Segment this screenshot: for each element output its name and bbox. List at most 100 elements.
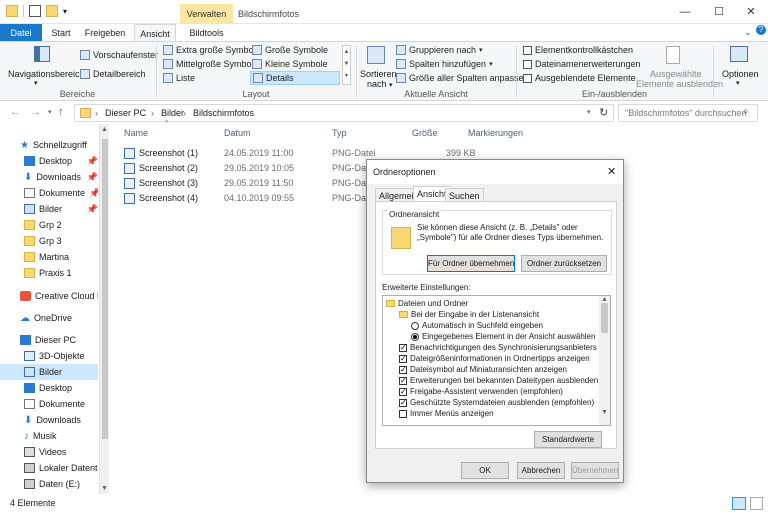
settings-scrollbar[interactable]: ▲ ▼ <box>599 296 610 425</box>
options-icon[interactable] <box>730 46 748 62</box>
navigation-pane-button[interactable]: Navigationsbereich <box>8 69 85 79</box>
nav-creative-cloud[interactable]: Creative Cloud Fil <box>0 288 98 304</box>
layout-list[interactable]: Liste <box>163 73 195 83</box>
hide-selected-label[interactable]: Ausgewählte <box>650 69 702 79</box>
layout-large[interactable]: Große Symbole <box>252 45 328 55</box>
column-date[interactable]: Datum <box>224 128 251 138</box>
tree-checkbox[interactable]: Geschützte Systemdateien ausblenden (emp… <box>399 397 594 408</box>
tab-share[interactable]: Freigeben <box>82 24 128 42</box>
nav-quick-access[interactable]: ★ Schnellzugriff <box>0 137 98 153</box>
qat-dropdown-icon[interactable]: ▾ <box>63 7 67 16</box>
dialog-close-icon[interactable]: ✕ <box>607 160 616 184</box>
properties-icon[interactable] <box>29 5 41 17</box>
address-dropdown-icon[interactable]: ▾ <box>587 108 591 116</box>
tree-radio[interactable]: Eingegebenes Element in der Ansicht ausw… <box>411 331 595 342</box>
add-columns-button[interactable]: Spalten hinzufügen ▾ <box>396 59 493 69</box>
tab-search-options[interactable]: Suchen <box>445 188 484 202</box>
hidden-items-toggle[interactable]: Ausgeblendete Elemente <box>523 73 636 83</box>
manage-context-tab[interactable]: Verwalten <box>180 4 233 24</box>
nav-documents[interactable]: Dokumente 📌 <box>0 185 98 201</box>
breadcrumb-screenshots[interactable]: Bildschirmfotos <box>193 108 254 118</box>
tab-start[interactable]: Start <box>44 24 78 42</box>
nav-pane-dropdown-icon[interactable]: ▾ <box>34 79 38 87</box>
reset-folders-button[interactable]: Ordner zurücksetzen <box>521 255 607 272</box>
hide-selected-label-2[interactable]: Elemente ausblenden <box>636 79 723 89</box>
close-button[interactable]: ✕ <box>734 0 768 24</box>
apply-button[interactable]: Übernehmen <box>571 462 619 479</box>
tree-checkbox[interactable]: Immer Menüs anzeigen <box>399 408 494 419</box>
item-checkboxes-toggle[interactable]: Elementkontrollkästchen <box>523 45 633 55</box>
new-folder-icon[interactable] <box>46 5 58 17</box>
nav-pictures[interactable]: Bilder 📌 <box>0 201 98 217</box>
tab-file[interactable]: Datei <box>0 24 42 42</box>
nav-desktop[interactable]: Desktop 📌 <box>0 153 98 169</box>
nav-grp2[interactable]: Grp 2 <box>0 217 98 233</box>
minimize-button[interactable]: — <box>668 0 702 24</box>
apply-to-folders-button[interactable]: Für Ordner übernehmen <box>427 255 515 272</box>
hide-selected-icon[interactable] <box>666 46 680 64</box>
nav-videos[interactable]: Videos <box>0 444 98 460</box>
tree-checkbox[interactable]: Benachrichtigungen des Synchronisierungs… <box>399 342 610 353</box>
nav-data-drive[interactable]: Daten (E:) <box>0 476 98 492</box>
nav-onedrive[interactable]: ☁ OneDrive <box>0 310 98 326</box>
maximize-button[interactable]: ☐ <box>702 0 736 24</box>
back-icon[interactable]: ← <box>10 106 21 118</box>
layout-scroll[interactable]: ▲ ▼ ▾ <box>342 45 351 85</box>
search-input[interactable]: "Bildschirmfotos" durchsuchen ⌕ <box>618 104 758 122</box>
details-view-icon[interactable] <box>732 497 746 510</box>
nav-praxis1[interactable]: Praxis 1 <box>0 265 98 281</box>
nav-pc-downloads[interactable]: ⬇ Downloads <box>0 412 98 428</box>
navigation-pane-icon[interactable] <box>34 46 50 62</box>
details-pane-button[interactable]: Detailbereich <box>80 69 146 79</box>
breadcrumb-pictures[interactable]: Bilder <box>161 108 184 118</box>
layout-extra-large[interactable]: Extra große Symbole <box>163 45 261 55</box>
sort-sub-label[interactable]: nach ▾ <box>367 79 393 89</box>
nav-local-disk[interactable]: Lokaler Datenträ <box>0 460 98 476</box>
nav-pc-documents[interactable]: Dokumente <box>0 396 98 412</box>
ok-button[interactable]: OK <box>461 462 509 479</box>
column-type[interactable]: Typ <box>332 128 347 138</box>
fit-columns-button[interactable]: Größe aller Spalten anpassen <box>396 73 529 83</box>
column-size[interactable]: Größe <box>412 128 438 138</box>
group-by-button[interactable]: Gruppieren nach ▾ <box>396 45 483 55</box>
nav-pc-desktop[interactable]: Desktop <box>0 380 98 396</box>
tree-checkbox[interactable]: Erweiterungen bei bekannten Dateitypen a… <box>399 375 598 386</box>
options-dropdown-icon[interactable]: ▾ <box>736 79 740 87</box>
nav-music[interactable]: ♪ Musik <box>0 428 98 444</box>
preview-pane-button[interactable]: Vorschaufenster <box>80 50 158 60</box>
nav-martina[interactable]: Martina <box>0 249 98 265</box>
refresh-icon[interactable]: ↻ <box>599 106 608 119</box>
recent-dropdown-icon[interactable]: ▾ <box>48 108 52 116</box>
nav-grp3[interactable]: Grp 3 <box>0 233 98 249</box>
layout-details[interactable]: Details <box>250 71 340 85</box>
sort-icon[interactable] <box>367 46 385 64</box>
address-bar[interactable]: › Dieser PC › Bilder › Bildschirmfotos ▾… <box>74 104 614 122</box>
restore-defaults-button[interactable]: Standardwerte <box>534 431 602 448</box>
tree-checkbox[interactable]: Dateigrößeninformationen in Ordnertipps … <box>399 353 590 364</box>
cancel-button[interactable]: Abbrechen <box>517 462 565 479</box>
tree-checkbox[interactable]: Dateisymbol auf Miniaturansichten anzeig… <box>399 364 567 375</box>
breadcrumb-this-pc[interactable]: Dieser PC <box>105 108 146 118</box>
column-name[interactable]: Name <box>124 128 148 138</box>
options-button[interactable]: Optionen <box>722 69 759 79</box>
column-tags[interactable]: Markierungen <box>468 128 523 138</box>
layout-medium[interactable]: Mittelgroße Symbole <box>163 59 259 69</box>
large-icons-view-icon[interactable] <box>750 497 763 510</box>
nav-this-pc[interactable]: Dieser PC <box>0 332 98 348</box>
tab-view[interactable]: Ansicht <box>134 24 176 42</box>
nav-3d-objects[interactable]: 3D-Objekte <box>0 348 98 364</box>
forward-icon[interactable]: → <box>30 106 41 118</box>
nav-downloads[interactable]: ⬇ Downloads 📌 <box>0 169 98 185</box>
tree-radio[interactable]: Automatisch in Suchfeld eingeben <box>411 320 543 331</box>
tab-picture-tools[interactable]: Bildtools <box>180 24 233 42</box>
advanced-settings-list[interactable]: Dateien und Ordner Bei der Eingabe in de… <box>382 295 611 426</box>
help-icon[interactable]: ? <box>756 25 766 35</box>
collapse-ribbon-icon[interactable]: ⌄ <box>744 27 752 38</box>
extensions-toggle[interactable]: Dateinamenerweiterungen <box>523 59 641 69</box>
sort-button[interactable]: Sortieren <box>360 69 397 79</box>
layout-small[interactable]: Kleine Symbole <box>252 59 328 69</box>
up-icon[interactable]: ↑ <box>58 106 64 118</box>
tree-checkbox[interactable]: Freigabe-Assistent verwenden (empfohlen) <box>399 386 563 397</box>
nav-scrollbar[interactable]: ▲ ▼ <box>99 124 109 494</box>
nav-pc-pictures[interactable]: Bilder <box>0 364 98 380</box>
